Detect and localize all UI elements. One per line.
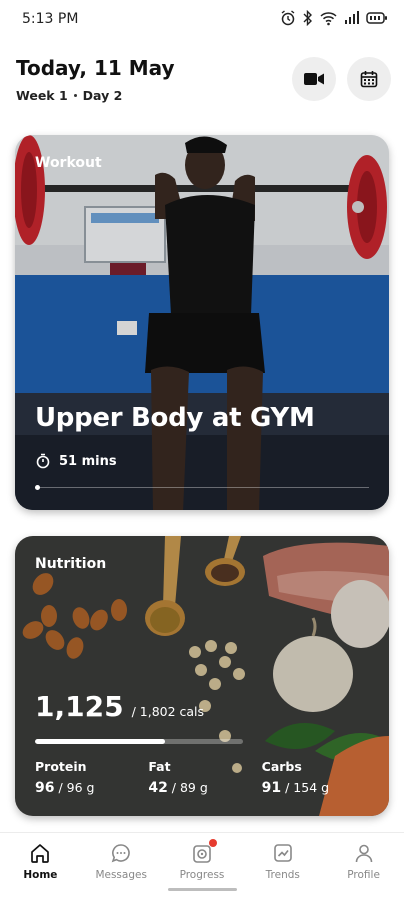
nav-trends[interactable]: Trends: [242, 833, 323, 900]
macro-fat: Fat 42 / 89 g: [148, 759, 261, 796]
signal-icon: [344, 10, 359, 26]
nutrition-label: Nutrition: [35, 556, 107, 572]
calendar-button[interactable]: [347, 57, 391, 101]
calories-progress-bar: [35, 739, 243, 744]
nav-label: Profile: [347, 869, 380, 881]
calendar-icon: [360, 71, 378, 88]
calories-total: / 1,802 cals: [131, 704, 205, 719]
workout-duration: 51 mins: [35, 453, 117, 469]
calories-summary: 1,125 / 1,802 cals: [35, 690, 204, 723]
carousel-indicator: [35, 485, 40, 490]
workout-card[interactable]: Workout Upper Body at GYM 51 mins: [15, 135, 389, 510]
nav-label: Progress: [179, 869, 225, 881]
alarm-icon: [280, 10, 296, 26]
macro-total: / 89 g: [171, 780, 208, 795]
macro-label: Carbs: [261, 759, 302, 774]
nav-profile[interactable]: Profile: [323, 833, 404, 900]
day-label: Day 2: [82, 88, 123, 103]
workout-title: Upper Body at GYM: [35, 403, 315, 433]
week-day-subtitle: Week 1 Day 2: [16, 88, 122, 103]
macro-total: / 96 g: [58, 780, 95, 795]
workout-label: Workout: [35, 155, 102, 171]
week-label: Week 1: [16, 88, 68, 103]
nav-label: Home: [23, 869, 58, 881]
workout-duration-value: 51 mins: [59, 453, 117, 469]
stopwatch-icon: [36, 453, 50, 469]
macro-value: 42: [148, 780, 168, 796]
calories-consumed: 1,125: [35, 690, 124, 723]
macro-value: 91: [261, 780, 282, 796]
trends-icon: [273, 844, 292, 862]
home-icon: [31, 844, 50, 863]
macro-protein: Protein 96 / 96 g: [35, 759, 148, 796]
macro-value: 96: [35, 780, 55, 796]
macro-carbs: Carbs 91 / 154 g: [262, 759, 375, 796]
home-indicator: [168, 888, 237, 891]
nav-messages[interactable]: Messages: [81, 833, 162, 900]
nutrition-card[interactable]: Nutrition 1,125 / 1,802 cals Protein 96 …: [15, 536, 389, 816]
messages-icon: [111, 844, 130, 863]
dot-separator: [73, 94, 77, 97]
nav-label: Messages: [95, 869, 147, 881]
status-icons: [280, 9, 388, 27]
macro-label: Fat: [148, 759, 171, 774]
video-icon: [304, 73, 324, 85]
wifi-icon: [320, 10, 337, 26]
nav-home[interactable]: Home: [0, 833, 81, 900]
carousel-track: [35, 487, 369, 488]
status-bar: 5:13 PM: [0, 0, 404, 40]
page-title: Today, 11 May: [16, 56, 175, 80]
notification-badge: [208, 839, 217, 847]
profile-icon: [355, 844, 372, 863]
nav-label: Trends: [265, 869, 300, 881]
macros-row: Protein 96 / 96 g Fat 42 / 89 g Carbs 91…: [35, 759, 375, 796]
macro-label: Protein: [35, 759, 87, 774]
video-button[interactable]: [292, 57, 336, 101]
calories-progress-fill: [35, 739, 165, 744]
status-time: 5:13 PM: [22, 11, 79, 27]
macro-total: / 154 g: [285, 780, 330, 795]
bluetooth-icon: [303, 9, 313, 27]
battery-icon: [366, 10, 388, 26]
